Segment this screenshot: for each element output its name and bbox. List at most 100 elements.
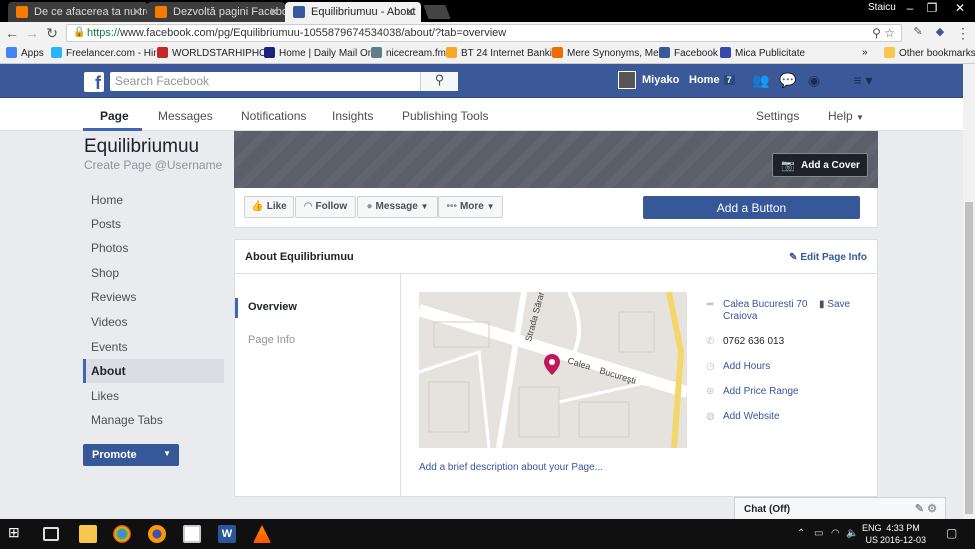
tab-messages[interactable]: Messages [158, 109, 213, 123]
browser-tab-1[interactable]: De ce afacerea ta nu treb ✕ [8, 2, 148, 22]
sidebar-item-shop[interactable]: Shop [83, 261, 224, 285]
add-hours-link[interactable]: ◷ Add Hours [706, 361, 770, 372]
tray-chevron-up-icon[interactable]: ⌃ [797, 528, 805, 539]
sidebar-item-events[interactable]: Events [83, 335, 224, 359]
edit-page-info-link[interactable]: ✎ Edit Page Info [789, 252, 867, 263]
bookmark-bt24[interactable]: BT 24 Internet Bankin [446, 47, 558, 59]
sidebar-item-videos[interactable]: Videos [83, 310, 224, 334]
more-bookmarks-chevron[interactable]: » [862, 47, 868, 58]
add-a-button-button[interactable]: Add a Button [643, 196, 860, 219]
other-bookmarks[interactable]: Other bookmarks [884, 47, 975, 59]
task-view-icon[interactable] [43, 527, 59, 541]
calendar-icon[interactable] [183, 525, 201, 543]
bookmark-apps[interactable]: Apps [6, 47, 44, 59]
close-window-icon[interactable]: ✕ [950, 1, 970, 15]
zoom-and-star-icons[interactable]: ⚲ ☆ [872, 26, 895, 40]
avatar[interactable] [618, 71, 636, 89]
browser-tab-2[interactable]: Dezvoltă pagini Facebook ✕ [147, 2, 285, 22]
wifi-icon[interactable]: ◠ [831, 528, 840, 539]
tab-publishing-tools[interactable]: Publishing Tools [402, 109, 489, 123]
bookmark-nicecream[interactable]: nicecream.fm [371, 47, 446, 59]
sidebar-item-manage-tabs[interactable]: Manage Tabs [83, 408, 224, 432]
sidebar-item-posts[interactable]: Posts [83, 212, 224, 236]
search-icon[interactable]: ⚲ [420, 72, 458, 91]
system-clock[interactable]: 4:33 PM 2016-12-03 [880, 522, 926, 546]
save-button[interactable]: ▮ Save [819, 299, 850, 310]
url-input[interactable]: 🔒 https://www.facebook.com/pg/Equilibriu… [66, 24, 902, 42]
extension-icon[interactable]: ✎ [910, 25, 926, 38]
close-tab-icon[interactable]: ✕ [405, 5, 415, 19]
reload-icon[interactable]: ↻ [44, 25, 60, 42]
windows-start-icon[interactable]: ⊞ [8, 524, 26, 542]
add-website-link[interactable]: ◍ Add Website [706, 411, 780, 422]
bookmark-mica-publicitate[interactable]: Mica Publicitate [720, 47, 805, 59]
sidebar-item-about[interactable]: About [83, 359, 224, 383]
tab-notifications[interactable]: Notifications [241, 109, 306, 123]
tab-settings[interactable]: Settings [756, 109, 799, 123]
bookmark-dailymail[interactable]: Home | Daily Mail On [264, 47, 373, 59]
new-tab-button[interactable] [423, 5, 451, 19]
browser-menu-icon[interactable]: ⋮ [955, 25, 971, 42]
word-icon[interactable]: W [218, 525, 236, 543]
facebook-logo-icon[interactable]: f [84, 72, 104, 93]
bookmark-freelancer[interactable]: Freelancer.com - Hire [51, 47, 162, 59]
back-arrow-icon[interactable]: ← [4, 25, 20, 41]
sidebar-item-home[interactable]: Home [83, 188, 224, 212]
more-button[interactable]: ••• More ▼ [438, 196, 503, 218]
address-link[interactable]: ➦ Calea Bucuresti 70 Craiova [706, 299, 808, 323]
close-tab-icon[interactable]: ✕ [132, 5, 142, 19]
about-tab-page-info[interactable]: Page Info [248, 334, 295, 346]
sidebar-item-reviews[interactable]: Reviews [83, 285, 224, 309]
friend-requests-icon[interactable]: 👥 [752, 72, 770, 88]
bookmark-facebook[interactable]: Facebook [659, 47, 718, 59]
sidebar-item-photos[interactable]: Photos [83, 236, 224, 260]
location-map[interactable]: Strada Sărarilor Calea Bucureşti [419, 292, 687, 448]
like-button[interactable]: 👍 Like [244, 196, 294, 218]
sidebar-item-likes[interactable]: Likes [83, 384, 224, 408]
account-settings-icon[interactable]: ≡ ▾ [848, 72, 878, 88]
create-username-link[interactable]: Create Page @Username [84, 158, 222, 172]
tab-help[interactable]: Help ▼ [828, 109, 864, 123]
maximize-icon[interactable]: ❐ [922, 1, 942, 15]
bookmark-mere-synonyms[interactable]: Mere Synonyms, Mere [552, 47, 668, 59]
promote-button[interactable]: Promote ▼ [83, 444, 179, 466]
action-center-icon[interactable]: ▢ [946, 526, 957, 540]
chat-settings-icon[interactable]: ✎ ⚙ [915, 502, 937, 515]
file-explorer-icon[interactable] [79, 525, 97, 543]
about-tab-overview[interactable]: Overview [235, 298, 400, 318]
vlc-icon[interactable] [253, 525, 271, 543]
promote-label: Promote [92, 449, 137, 461]
add-description-link[interactable]: Add a brief description about your Page.… [419, 462, 603, 473]
chat-bar[interactable]: Chat (Off) ✎ ⚙ [734, 497, 946, 519]
chrome-icon[interactable] [113, 525, 131, 543]
browser-profile-name[interactable]: Staicu [868, 2, 896, 13]
notifications-globe-icon[interactable]: ◉ [805, 72, 823, 88]
facebook-search-input[interactable]: Search Facebook ⚲ [110, 72, 458, 91]
scrollbar-thumb[interactable] [965, 202, 973, 514]
message-button[interactable]: ● Message ▼ [357, 196, 438, 218]
battery-icon[interactable]: ▭ [814, 528, 823, 539]
volume-icon[interactable]: 🔈 [846, 528, 858, 539]
home-label: Home [689, 74, 720, 86]
bookmark-worldstarhiphop[interactable]: WORLDSTARHIPHOP [157, 47, 274, 59]
close-tab-icon[interactable]: ✕ [269, 5, 279, 19]
thesaurus-icon [552, 47, 563, 58]
tab-page[interactable]: Page [100, 109, 129, 123]
shield-extension-icon[interactable]: ◆ [932, 25, 948, 38]
firefox-icon[interactable] [148, 525, 166, 543]
profile-name-link[interactable]: Miyako [642, 74, 679, 86]
add-cover-button[interactable]: 📷 Add a Cover [772, 153, 868, 177]
follow-button[interactable]: ◠ Follow [295, 196, 356, 218]
minimize-icon[interactable]: – [900, 1, 920, 15]
address-toolbar: ← → ↻ 🔒 https://www.facebook.com/pg/Equi… [0, 22, 975, 44]
chevron-down-icon[interactable]: ▼ [163, 449, 171, 458]
tab-insights[interactable]: Insights [332, 109, 373, 123]
input-language[interactable]: ENG US [862, 522, 882, 546]
browser-tab-3-active[interactable]: Equilibriumuu - About ✕ [285, 2, 421, 22]
home-link[interactable]: Home 7 [689, 74, 735, 86]
directions-arrow-icon: ➦ [706, 299, 715, 310]
forward-arrow-icon[interactable]: → [24, 25, 40, 41]
messages-icon[interactable]: 💬 [779, 72, 797, 88]
page-title[interactable]: Equilibriumuu [84, 136, 199, 158]
add-price-range-link[interactable]: ⊛ Add Price Range [706, 386, 799, 397]
